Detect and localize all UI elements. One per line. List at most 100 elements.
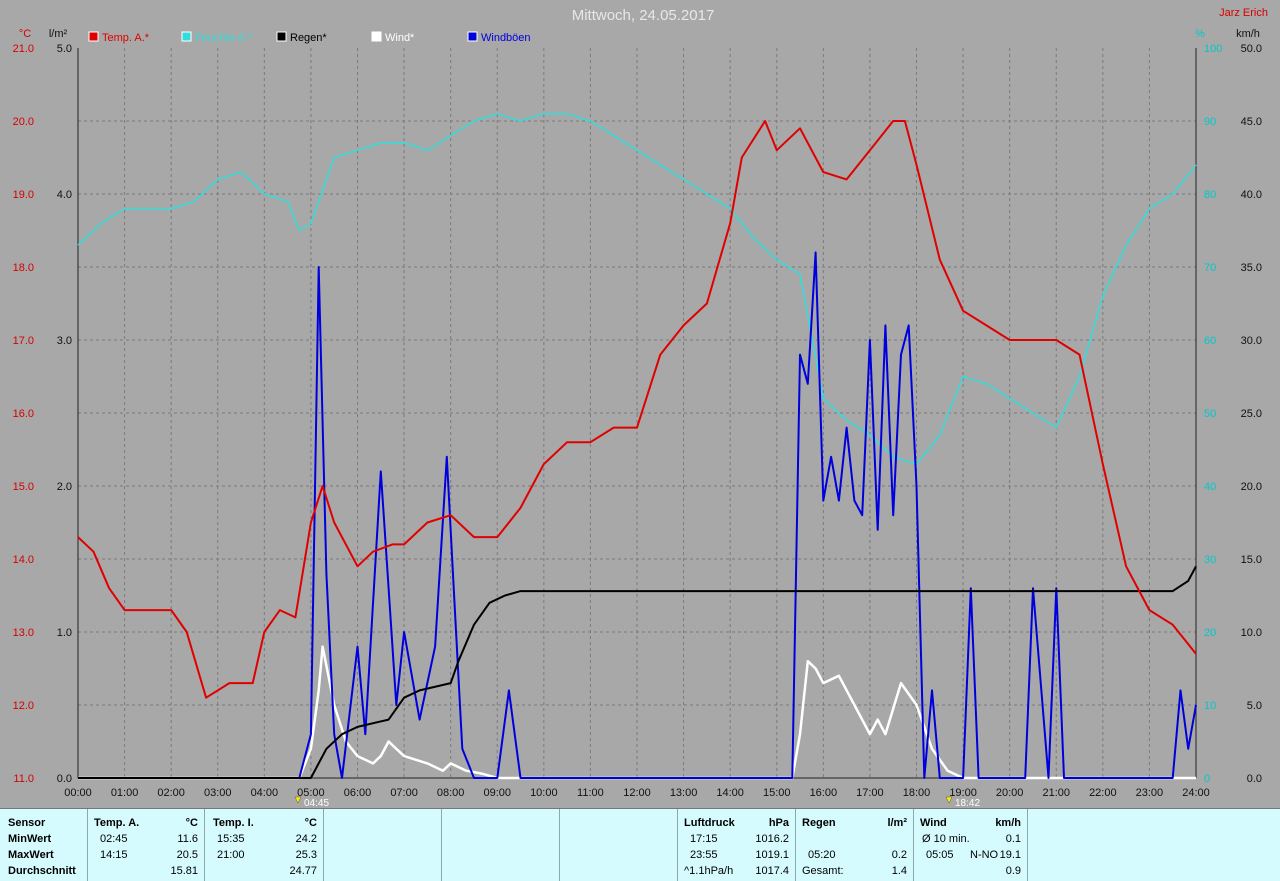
stats-pressure-min-value: 1016.2 (755, 833, 789, 845)
wind-unit-label: km/h (1236, 28, 1260, 40)
humidity-tick-label: 30 (1204, 554, 1216, 566)
stats-temp-a-min-time: 02:45 (100, 833, 128, 845)
humidity-tick-label: 40 (1204, 481, 1216, 493)
temp-tick-label: 21.0 (13, 43, 34, 55)
x-tick-label: 08:00 (437, 787, 465, 799)
temp-tick-label: 18.0 (13, 262, 34, 274)
x-tick-label: 15:00 (763, 787, 791, 799)
stats-pressure-min-time: 17:15 (690, 833, 718, 845)
stats-temp-i-min-value: 24.2 (295, 833, 317, 845)
x-tick-label: 00:00 (64, 787, 92, 799)
humidity-tick-label: 100 (1204, 43, 1222, 55)
x-tick-label: 04:00 (251, 787, 279, 799)
humidity-tick-label: 0 (1204, 773, 1210, 785)
x-tick-label: 22:00 (1089, 787, 1117, 799)
stats-pressure-trend: ^1.1hPa/h (684, 865, 734, 877)
legend-swatch-wind (371, 31, 382, 42)
wind-tick-label: 40.0 (1241, 189, 1262, 201)
wind-tick-label: 5.0 (1247, 700, 1262, 712)
x-tick-label: 06:00 (344, 787, 372, 799)
stats-temp-a-min-value: 11.6 (177, 833, 198, 845)
stats-empty-column-2 (442, 809, 560, 881)
stats-rain-column: Regen l/m² 05:20 0.2 Gesamt: 1.4 (796, 809, 914, 881)
x-tick-label: 16:00 (810, 787, 838, 799)
legend-swatch-humidity (181, 31, 192, 42)
stats-row-min-label: MinWert (8, 833, 52, 845)
x-tick-label: 24:00 (1182, 787, 1210, 799)
stats-wind-avg: 0.9 (1005, 865, 1021, 877)
stats-rain-max-value: 0.2 (891, 849, 907, 861)
rain-unit-label: l/m² (49, 28, 68, 40)
humidity-unit-label: % (1195, 28, 1205, 40)
humidity-tick-label: 60 (1204, 335, 1216, 347)
stats-temp-i-min-time: 15:35 (217, 833, 245, 845)
x-tick-label: 11:00 (577, 787, 604, 799)
stats-temp-a-max-value: 20.5 (176, 849, 198, 861)
rain-tick-label: 4.0 (57, 189, 72, 201)
x-tick-label: 09:00 (483, 787, 511, 799)
wind-tick-label: 30.0 (1241, 335, 1262, 347)
stats-pressure-max-time: 23:55 (690, 849, 718, 861)
stats-rain-total-value: 1.4 (891, 865, 907, 877)
stats-sensor-header: Sensor (8, 817, 46, 829)
x-tick-label: 10:00 (530, 787, 558, 799)
legend-swatch-gusts (467, 31, 478, 42)
stats-pressure-column: Luftdruck hPa 17:15 1016.2 23:55 1019.1 … (678, 809, 796, 881)
rain-tick-label: 0.0 (57, 773, 72, 785)
stats-rain-max-time: 05:20 (808, 849, 836, 861)
rain-tick-label: 1.0 (57, 627, 72, 639)
humidity-tick-label: 90 (1204, 116, 1216, 128)
stats-row-max-label: MaxWert (8, 849, 54, 861)
rain-tick-label: 2.0 (57, 481, 72, 493)
stats-wind-min-value: 0.1 (1005, 833, 1021, 845)
x-tick-label: 12:00 (623, 787, 651, 799)
stats-temp-i-max-time: 21:00 (217, 849, 245, 861)
stats-temp-a-max-time: 14:15 (100, 849, 128, 861)
stats-temp-a-column: Temp. A. °C 02:45 11.6 14:15 20.5 15.81 (88, 809, 205, 881)
stats-pressure-avg: 1017.4 (755, 865, 789, 877)
legend-swatch-temp (88, 31, 99, 42)
weather-chart-page: Mittwoch, 24.05.2017 Jarz Erich °C l/m² … (0, 0, 1280, 881)
legend-swatch-rain (276, 31, 287, 42)
stats-temp-i-column: Temp. I. °C 15:35 24.2 21:00 25.3 24.77 (205, 809, 324, 881)
temp-tick-label: 20.0 (13, 116, 34, 128)
stats-pressure-unit: hPa (768, 817, 789, 829)
legend-label-temp: Temp. A.* (102, 32, 150, 44)
temp-tick-label: 13.0 (13, 627, 34, 639)
stats-wind-max-time: 05:05 (926, 849, 954, 861)
author-label: Jarz Erich (1219, 7, 1268, 19)
x-tick-label: 14:00 (716, 787, 744, 799)
stats-wind-min-label: Ø 10 min. (922, 833, 970, 845)
x-tick-label: 07:00 (390, 787, 418, 799)
x-tick-label: 17:00 (856, 787, 884, 799)
stats-wind-column: Wind km/h Ø 10 min. 0.1 05:05 N-NO 19.1 … (914, 809, 1028, 881)
wind-tick-label: 45.0 (1241, 116, 1262, 128)
humidity-tick-label: 20 (1204, 627, 1216, 639)
stats-pressure-max-value: 1019.1 (755, 849, 789, 861)
rain-tick-label: 3.0 (57, 335, 72, 347)
legend-label-wind: Wind* (385, 32, 415, 44)
legend-label-humidity: Feuchte A.* (195, 32, 253, 44)
temp-tick-label: 14.0 (13, 554, 34, 566)
humidity-tick-label: 50 (1204, 408, 1216, 420)
wind-tick-label: 10.0 (1241, 627, 1262, 639)
temp-tick-label: 15.0 (13, 481, 34, 493)
rain-tick-label: 5.0 (57, 43, 72, 55)
stats-temp-i-header: Temp. I. (213, 817, 254, 829)
wind-tick-label: 25.0 (1241, 408, 1262, 420)
legend-label-gusts: Windböen (481, 32, 531, 44)
x-tick-label: 02:00 (157, 787, 185, 799)
x-tick-label: 03:00 (204, 787, 232, 799)
stats-pressure-header: Luftdruck (684, 817, 735, 829)
stats-wind-header: Wind (920, 817, 947, 829)
x-tick-label: 20:00 (996, 787, 1024, 799)
humidity-tick-label: 70 (1204, 262, 1216, 274)
stats-temp-i-unit: °C (304, 817, 317, 829)
stats-sensor-column: Sensor MinWert MaxWert Durchschnitt (0, 809, 88, 881)
wind-tick-label: 20.0 (1241, 481, 1262, 493)
x-tick-label: 18:00 (903, 787, 931, 799)
humidity-tick-label: 80 (1204, 189, 1216, 201)
wind-tick-label: 0.0 (1247, 773, 1262, 785)
legend-label-rain: Regen* (290, 32, 327, 44)
stats-rain-header: Regen (802, 817, 836, 829)
